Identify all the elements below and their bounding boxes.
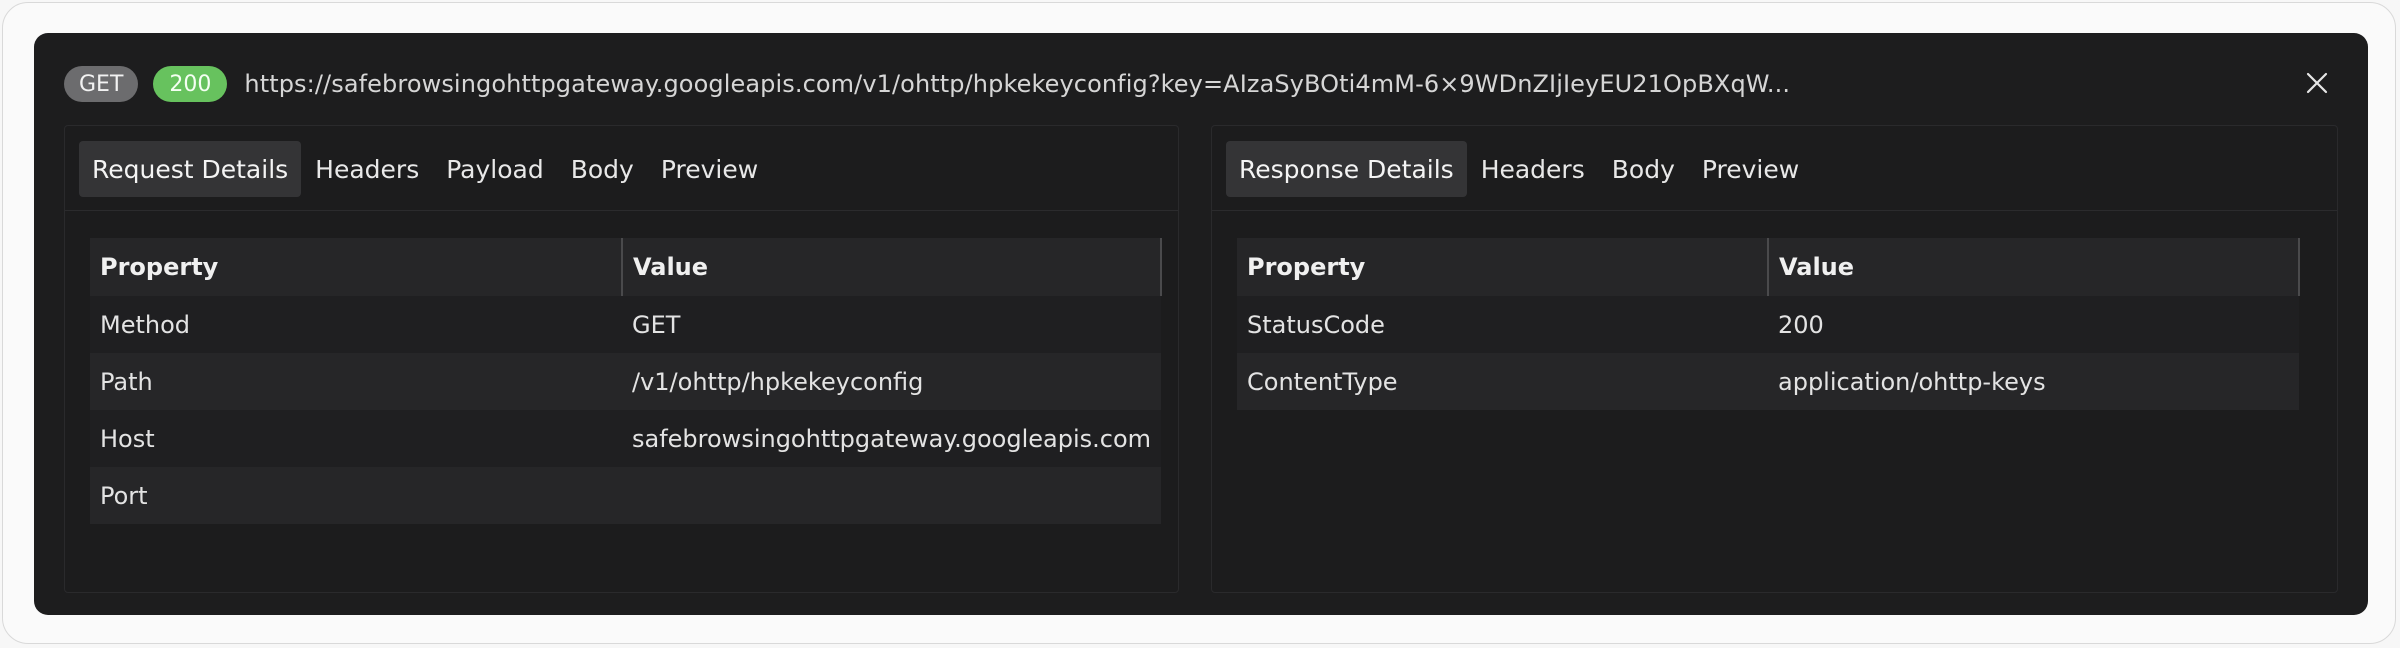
column-header-property[interactable]: Property	[1237, 238, 1769, 296]
table-row: StatusCode 200	[1237, 296, 2299, 353]
table-row: Host safebrowsingohttpgateway.googleapis…	[90, 410, 1162, 467]
close-button[interactable]	[2300, 66, 2334, 100]
request-tabbar: Request Details Headers Payload Body Pre…	[79, 141, 772, 197]
request-properties-table: Property Value Method GET Path /v1/ohttp…	[90, 238, 1163, 524]
column-header-value[interactable]: Value	[1768, 238, 2300, 296]
tab-response-headers[interactable]: Headers	[1468, 141, 1598, 197]
close-icon	[2306, 72, 2328, 94]
table-header-row: Property Value	[1237, 238, 2300, 296]
property-cell: ContentType	[1237, 353, 1768, 410]
network-request-panel: GET 200 https://safebrowsingohttpgateway…	[34, 33, 2368, 615]
tab-request-headers[interactable]: Headers	[302, 141, 432, 197]
property-cell: Path	[90, 353, 622, 410]
table-row: Port	[90, 467, 1162, 524]
value-cell	[622, 467, 1162, 524]
property-cell: Port	[90, 467, 622, 524]
response-tabbar: Response Details Headers Body Preview	[1226, 141, 1813, 197]
response-details-panel: Response Details Headers Body Preview Pr…	[1211, 125, 2338, 593]
tab-divider	[65, 210, 1178, 211]
value-cell: GET	[622, 296, 1162, 353]
tab-request-body[interactable]: Body	[558, 141, 647, 197]
response-properties-table: Property Value StatusCode 200 ContentTyp…	[1237, 238, 2300, 410]
column-header-value[interactable]: Value	[622, 238, 1163, 296]
value-cell: /v1/ohttp/hpkekeyconfig	[622, 353, 1162, 410]
request-url: https://safebrowsingohttpgateway.googlea…	[244, 70, 1791, 98]
column-header-property[interactable]: Property	[90, 238, 623, 296]
table-row: Method GET	[90, 296, 1162, 353]
tab-request-preview[interactable]: Preview	[648, 141, 771, 197]
request-summary-bar: GET 200 https://safebrowsingohttpgateway…	[64, 64, 2338, 104]
value-cell: safebrowsingohttpgateway.googleapis.com	[622, 410, 1162, 467]
table-row: ContentType application/ohttp-keys	[1237, 353, 2299, 410]
value-cell: application/ohttp-keys	[1768, 353, 2299, 410]
tab-request-payload[interactable]: Payload	[433, 141, 557, 197]
tab-divider	[1212, 210, 2337, 211]
table-row: Path /v1/ohttp/hpkekeyconfig	[90, 353, 1162, 410]
tab-response-body[interactable]: Body	[1599, 141, 1688, 197]
property-cell: Host	[90, 410, 622, 467]
tab-request-details[interactable]: Request Details	[79, 141, 302, 197]
tab-response-details[interactable]: Response Details	[1226, 141, 1467, 197]
request-details-panel: Request Details Headers Payload Body Pre…	[64, 125, 1179, 593]
property-cell: StatusCode	[1237, 296, 1768, 353]
status-badge: 200	[153, 66, 228, 102]
property-cell: Method	[90, 296, 622, 353]
table-header-row: Property Value	[90, 238, 1163, 296]
tab-response-preview[interactable]: Preview	[1689, 141, 1812, 197]
value-cell: 200	[1768, 296, 2299, 353]
method-badge: GET	[64, 66, 139, 102]
